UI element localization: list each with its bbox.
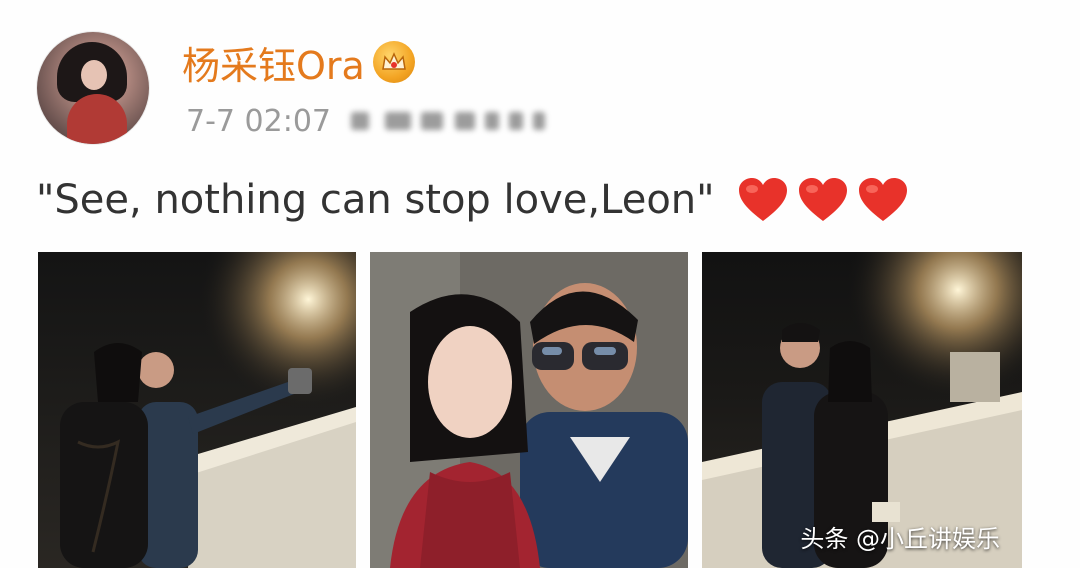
crown-badge-icon [372, 41, 415, 83]
post-timestamp: 7-7 02:07 [186, 103, 331, 139]
heart-icon [798, 178, 847, 221]
heart-icon [858, 178, 907, 221]
photo-2-couple-closeup[interactable] [370, 252, 688, 568]
blurred-source-label [351, 106, 561, 136]
username[interactable]: 杨采钰Ora [182, 35, 365, 90]
photo-3-night-embrace[interactable]: 头条 @小丘讲娱乐 [702, 252, 1022, 568]
post-text: "See, nothing can stop love,Leon" [36, 177, 715, 223]
watermark: 头条 @小丘讲娱乐 [800, 525, 1000, 553]
weibo-post-screenshot: 杨采钰Ora 7-7 02:07 "See, nothing can stop … [0, 0, 1080, 568]
heart-icon [738, 178, 787, 221]
post-header: 杨采钰Ora [182, 38, 415, 88]
avatar[interactable] [37, 32, 149, 144]
post-meta: 7-7 02:07 [186, 98, 561, 144]
post-body: "See, nothing can stop love,Leon" [36, 170, 909, 230]
photo-1-night-selfie[interactable] [38, 252, 356, 568]
hearts [737, 177, 909, 223]
